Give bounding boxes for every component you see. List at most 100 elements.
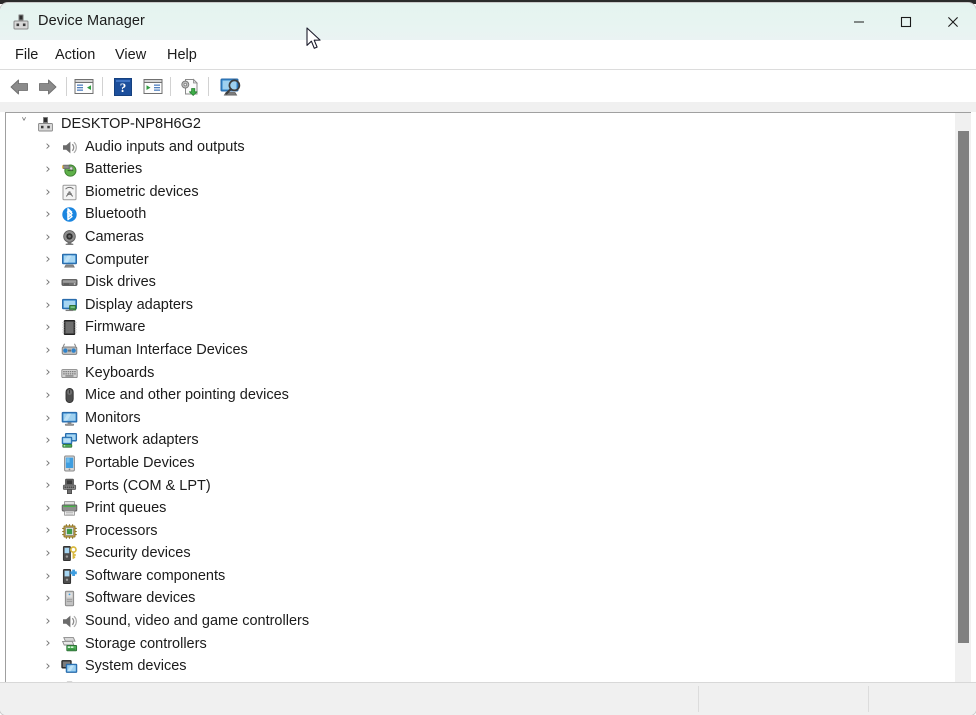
- expand-chevron-icon[interactable]: ›: [41, 384, 55, 406]
- expand-chevron-icon[interactable]: ›: [41, 249, 55, 271]
- tree-node-biometric-devices[interactable]: › Biometric devices: [6, 181, 971, 204]
- tree-node-firmware[interactable]: › Firmware: [6, 316, 971, 339]
- tree-node-cameras[interactable]: › Cameras: [6, 226, 971, 249]
- menu-bar: File Action View Help: [0, 40, 976, 69]
- expand-chevron-icon[interactable]: ›: [41, 656, 55, 678]
- tree-node-print-queues[interactable]: › Print queues: [6, 497, 971, 520]
- computer-icon: [61, 252, 78, 269]
- toolbar-separator-4: [208, 77, 209, 96]
- tree-node-label: Batteries: [85, 161, 143, 178]
- tree-node-bluetooth[interactable]: › Bluetooth: [6, 203, 971, 226]
- tree-node-system-devices[interactable]: › System devices: [6, 655, 971, 678]
- expand-chevron-icon[interactable]: ›: [41, 204, 55, 226]
- expand-chevron-icon[interactable]: ›: [41, 520, 55, 542]
- tree-node-label: Security devices: [85, 545, 191, 562]
- toolbar-separator-1: [66, 77, 67, 96]
- tree-node-label: Computer: [85, 251, 149, 268]
- expand-chevron-icon[interactable]: ›: [41, 339, 55, 361]
- tree-node-portable-devices[interactable]: › Portable Devices: [6, 452, 971, 475]
- tree-node-storage-controllers[interactable]: › Storage controllers: [6, 633, 971, 656]
- window-title: Device Manager: [38, 13, 145, 29]
- expand-chevron-icon[interactable]: ›: [41, 565, 55, 587]
- show-hide-console-tree-button[interactable]: [71, 74, 97, 99]
- console-tree-icon: [74, 79, 94, 94]
- title-bar[interactable]: Device Manager: [0, 3, 976, 40]
- tree-node-network-adapters[interactable]: › Network adapters: [6, 429, 971, 452]
- scan-hardware-changes-button[interactable]: [217, 74, 245, 99]
- maximize-button[interactable]: [882, 3, 929, 40]
- minimize-button[interactable]: [835, 3, 882, 40]
- expand-chevron-icon[interactable]: ›: [41, 475, 55, 497]
- expand-chevron-icon[interactable]: ›: [41, 317, 55, 339]
- vertical-scrollbar[interactable]: [954, 113, 971, 685]
- toolbar-separator-2: [102, 77, 103, 96]
- expand-chevron-icon[interactable]: ›: [41, 294, 55, 316]
- speaker-icon: [61, 139, 78, 156]
- expand-chevron-icon[interactable]: ›: [41, 610, 55, 632]
- status-panel-2: [699, 683, 876, 714]
- menu-view[interactable]: View: [108, 40, 153, 69]
- device-tree[interactable]: ˅ DESKTOP-NP8H6G2 › Audio inputs and outp…: [6, 113, 971, 685]
- expand-chevron-icon[interactable]: ›: [41, 136, 55, 158]
- tree-node-mice-and-other-pointing-devices[interactable]: › Mice and other pointing devices: [6, 384, 971, 407]
- tree-node-label: Processors: [85, 522, 158, 539]
- tree-top-band: [0, 102, 976, 112]
- expand-chevron-icon[interactable]: ›: [41, 430, 55, 452]
- expand-chevron-icon[interactable]: ›: [41, 588, 55, 610]
- tree-node-label: Portable Devices: [85, 454, 195, 471]
- expand-chevron-icon[interactable]: ›: [41, 497, 55, 519]
- tree-node-label: Bluetooth: [85, 206, 147, 223]
- tree-node-processors[interactable]: › Processors: [6, 520, 971, 543]
- expand-chevron-icon[interactable]: ›: [41, 633, 55, 655]
- network-adapter-icon: [61, 432, 78, 449]
- tree-node-sound-video-and-game-controllers[interactable]: › Sound, video and game controllers: [6, 610, 971, 633]
- expand-chevron-icon[interactable]: ›: [41, 452, 55, 474]
- tree-node-ports-com-lpt[interactable]: › Ports (COM & LPT): [6, 475, 971, 498]
- tree-node-security-devices[interactable]: › Security devices: [6, 542, 971, 565]
- forward-button[interactable]: [34, 74, 60, 99]
- tree-node-software-devices[interactable]: › Software devices: [6, 587, 971, 610]
- expand-chevron-icon[interactable]: ›: [41, 226, 55, 248]
- tree-node-monitors[interactable]: › Monitors: [6, 407, 971, 430]
- mouse-icon: [61, 387, 78, 404]
- menu-action[interactable]: Action: [48, 40, 102, 69]
- back-button[interactable]: [6, 74, 32, 99]
- menu-file[interactable]: File: [8, 40, 45, 69]
- vertical-scrollbar-thumb[interactable]: [958, 131, 969, 643]
- tree-node-label: Mice and other pointing devices: [85, 387, 289, 404]
- hid-icon: [61, 342, 78, 359]
- disk-drive-icon: [61, 274, 78, 291]
- tree-node-disk-drives[interactable]: › Disk drives: [6, 271, 971, 294]
- expand-chevron-icon[interactable]: ›: [41, 543, 55, 565]
- tree-node-computer[interactable]: › Computer: [6, 249, 971, 272]
- properties-button[interactable]: [140, 74, 166, 99]
- expand-chevron-icon[interactable]: ›: [41, 362, 55, 384]
- system-device-icon: [61, 658, 78, 675]
- toolbar: ?: [0, 69, 976, 103]
- menu-help[interactable]: Help: [160, 40, 204, 69]
- device-manager-icon: [12, 13, 30, 31]
- tree-node-software-components[interactable]: › Software components: [6, 565, 971, 588]
- tree-node-label: Software components: [85, 567, 226, 584]
- tree-node-keyboards[interactable]: › Keyboards: [6, 362, 971, 385]
- svg-text:?: ?: [120, 80, 127, 95]
- tree-root-node[interactable]: ˅ DESKTOP-NP8H6G2: [6, 113, 971, 136]
- update-driver-button[interactable]: [177, 74, 203, 99]
- tree-node-label: Storage controllers: [85, 635, 207, 652]
- tree-node-label: System devices: [85, 658, 187, 675]
- status-panel-main: [0, 683, 706, 714]
- expand-chevron-icon[interactable]: ˅: [17, 113, 31, 135]
- expand-chevron-icon[interactable]: ›: [41, 271, 55, 293]
- expand-chevron-icon[interactable]: ›: [41, 158, 55, 180]
- tree-node-audio-inputs-and-outputs[interactable]: › Audio inputs and outputs: [6, 136, 971, 159]
- tree-node-display-adapters[interactable]: › Display adapters: [6, 294, 971, 317]
- expand-chevron-icon[interactable]: ›: [41, 181, 55, 203]
- expand-chevron-icon[interactable]: ›: [41, 407, 55, 429]
- tree-node-label: Sound, video and game controllers: [85, 613, 310, 630]
- tree-node-human-interface-devices[interactable]: › Human Interface Devices: [6, 339, 971, 362]
- tree-node-batteries[interactable]: › Batteries: [6, 158, 971, 181]
- close-button[interactable]: [929, 3, 976, 40]
- toolbar-separator-3: [170, 77, 171, 96]
- help-button[interactable]: ?: [110, 74, 136, 99]
- tree-node-label: Network adapters: [85, 432, 199, 449]
